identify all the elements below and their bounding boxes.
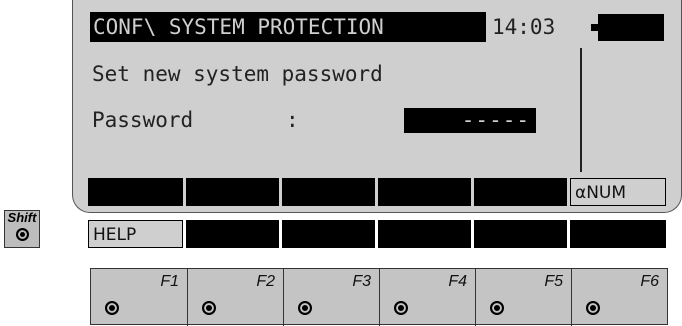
f1-dot-icon xyxy=(105,301,119,315)
screen-title: CONF\ SYSTEM PROTECTION xyxy=(90,12,486,42)
softkey-anum[interactable]: αNUM xyxy=(570,178,666,206)
f4-dot-icon xyxy=(394,301,408,315)
f6-dot-icon xyxy=(586,301,600,315)
softkey-2[interactable] xyxy=(186,178,279,206)
clock: 14:03 xyxy=(492,15,556,39)
password-input[interactable]: ----- xyxy=(404,108,536,133)
password-separator: : xyxy=(286,108,299,132)
softkey-3[interactable] xyxy=(282,178,375,206)
f1-key[interactable]: F1 xyxy=(91,269,188,326)
battery-icon xyxy=(591,14,664,41)
prompt-text: Set new system password xyxy=(92,62,383,86)
shift-indicator-icon xyxy=(15,228,29,241)
help-softkey[interactable]: HELP xyxy=(88,220,183,248)
display-divider xyxy=(580,48,582,172)
shift-softkey-3[interactable] xyxy=(282,220,375,248)
softkey-row: αNUM xyxy=(88,178,666,206)
f4-label: F4 xyxy=(448,273,467,290)
f6-label: F6 xyxy=(640,273,659,290)
f1-label: F1 xyxy=(160,273,179,290)
f5-dot-icon xyxy=(490,301,504,315)
shift-softkey-5[interactable] xyxy=(474,220,567,248)
f3-key[interactable]: F3 xyxy=(284,269,380,326)
f4-key[interactable]: F4 xyxy=(380,269,476,326)
shift-softkey-4[interactable] xyxy=(378,220,471,248)
softkey-5[interactable] xyxy=(474,178,567,206)
f3-label: F3 xyxy=(352,273,371,290)
f3-dot-icon xyxy=(298,301,312,315)
f5-key[interactable]: F5 xyxy=(476,269,572,326)
f6-key[interactable]: F6 xyxy=(572,269,667,326)
f2-key[interactable]: F2 xyxy=(188,269,284,326)
f5-label: F5 xyxy=(544,273,563,290)
function-key-bar: F1 F2 F3 F4 F5 F6 xyxy=(90,268,668,326)
f2-dot-icon xyxy=(202,301,216,315)
shift-softkey-row: HELP xyxy=(88,220,666,248)
shift-key-label: Shift xyxy=(7,210,37,225)
softkey-1[interactable] xyxy=(88,178,183,206)
password-label: Password xyxy=(92,108,194,132)
shift-softkey-6[interactable] xyxy=(570,220,666,248)
softkey-4[interactable] xyxy=(378,178,471,206)
f2-label: F2 xyxy=(256,273,275,290)
shift-key[interactable]: Shift xyxy=(4,210,40,248)
shift-softkey-2[interactable] xyxy=(186,220,279,248)
